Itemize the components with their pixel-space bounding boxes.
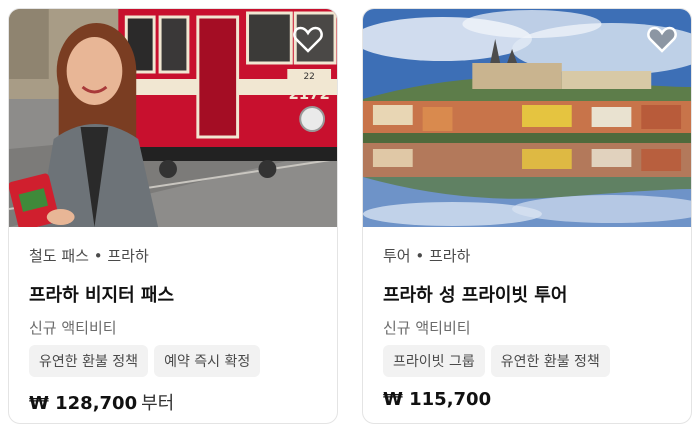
activity-new-label: 신규 액티비티 xyxy=(29,319,117,337)
activity-photo[interactable]: 22 2172 xyxy=(9,9,337,227)
tag-private-group: 프라이빗 그룹 xyxy=(383,345,485,377)
price-amount: ₩ 115,700 xyxy=(383,389,492,410)
activity-card-prague-castle-tour[interactable]: 투어 • 프라하 프라하 성 프라이빗 투어 신규 액티비티 프라이빗 그룹 유… xyxy=(362,8,692,424)
prague-castle-reflection-photo xyxy=(363,9,691,227)
price-amount: ₩ 128,700 xyxy=(29,393,138,414)
activity-title[interactable]: 프라하 성 프라이빗 투어 xyxy=(383,281,567,307)
activity-photo[interactable] xyxy=(363,9,691,227)
price-suffix: 부터 xyxy=(141,393,175,414)
tag-instant-confirmation: 예약 즉시 확정 xyxy=(154,345,261,377)
tag-flexible-refund: 유연한 환불 정책 xyxy=(29,345,149,377)
svg-text:22: 22 xyxy=(303,72,314,82)
activity-title[interactable]: 프라하 비지터 패스 xyxy=(29,281,174,307)
svg-text:2172: 2172 xyxy=(288,85,329,103)
woman-with-tram-photo: 22 2172 xyxy=(9,9,337,227)
tag-flexible-refund: 유연한 환불 정책 xyxy=(490,345,610,377)
heart-icon xyxy=(647,26,677,53)
activity-category: 투어 • 프라하 xyxy=(383,247,471,265)
activity-new-label: 신규 액티비티 xyxy=(383,319,471,337)
activity-tags: 프라이빗 그룹 유연한 환불 정책 xyxy=(383,345,610,377)
heart-icon xyxy=(293,26,323,53)
wishlist-heart-button[interactable] xyxy=(647,25,677,53)
wishlist-heart-button[interactable] xyxy=(293,25,323,53)
activity-price: ₩ 128,700 부터 xyxy=(29,389,174,415)
activity-category: 철도 패스 • 프라하 xyxy=(29,247,149,265)
activity-price: ₩ 115,700 xyxy=(383,389,491,410)
activity-card-prague-visitor-pass[interactable]: 22 2172 철도 패스 • 프라하 프라하 비지터 패스 신규 액티비티 유… xyxy=(8,8,338,424)
activity-tags: 유연한 환불 정책 예약 즉시 확정 xyxy=(29,345,261,377)
